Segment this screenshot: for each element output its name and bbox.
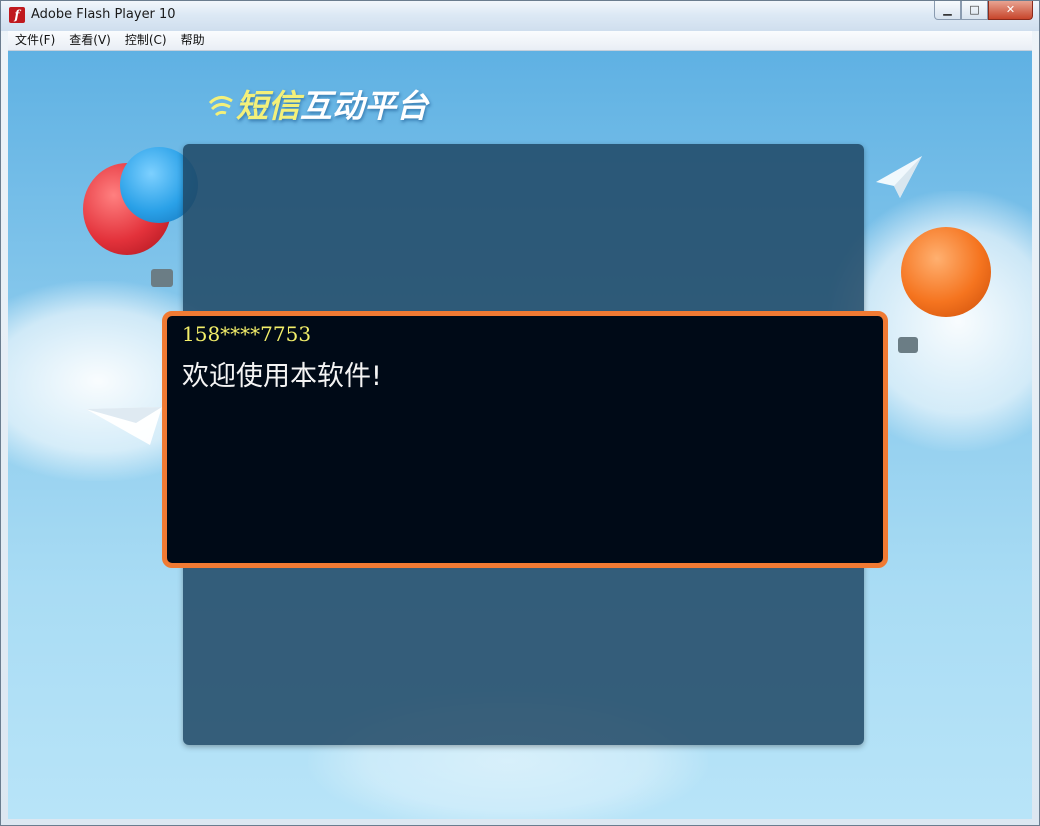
balloon-basket-icon xyxy=(898,337,918,353)
logo-highlight: 短信 xyxy=(236,87,301,125)
message-text: 欢迎使用本软件! xyxy=(182,361,382,392)
close-button[interactable]: ✕ xyxy=(988,1,1033,20)
menu-view[interactable]: 查看(V) xyxy=(62,31,118,50)
window-title: Adobe Flash Player 10 xyxy=(31,7,176,22)
minimize-button[interactable]: ▁ xyxy=(934,1,961,20)
paper-plane-icon xyxy=(876,156,922,198)
minimize-icon: ▁ xyxy=(943,3,952,16)
title-bar[interactable]: f Adobe Flash Player 10 ▁ □ ✕ xyxy=(1,1,1039,31)
app-logo: 短信互动平台 xyxy=(236,81,428,127)
balloon-basket-icon xyxy=(151,269,173,287)
signal-wave-icon xyxy=(208,96,233,117)
close-icon: ✕ xyxy=(1005,3,1016,16)
maximize-icon: □ xyxy=(969,3,980,16)
orange-balloon-icon xyxy=(901,227,991,317)
menu-bar: 文件(F) 查看(V) 控制(C) 帮助 xyxy=(8,31,1032,51)
maximize-button[interactable]: □ xyxy=(961,1,988,20)
paper-plane-icon xyxy=(86,407,162,445)
menu-control[interactable]: 控制(C) xyxy=(118,31,174,50)
logo-text: 互动平台 xyxy=(300,87,429,125)
sender-number: 158****7753 xyxy=(182,322,312,346)
message-box: 158****7753 欢迎使用本软件! xyxy=(162,311,888,568)
flash-stage: 短信互动平台 158****7753 欢迎使用本软件! xyxy=(8,51,1032,819)
flash-player-icon: f xyxy=(9,7,25,23)
menu-file[interactable]: 文件(F) xyxy=(8,31,62,50)
flash-player-window: f Adobe Flash Player 10 ▁ □ ✕ 文件(F) 查看(V… xyxy=(0,0,1040,826)
window-controls: ▁ □ ✕ xyxy=(934,1,1033,21)
menu-help[interactable]: 帮助 xyxy=(174,31,212,50)
